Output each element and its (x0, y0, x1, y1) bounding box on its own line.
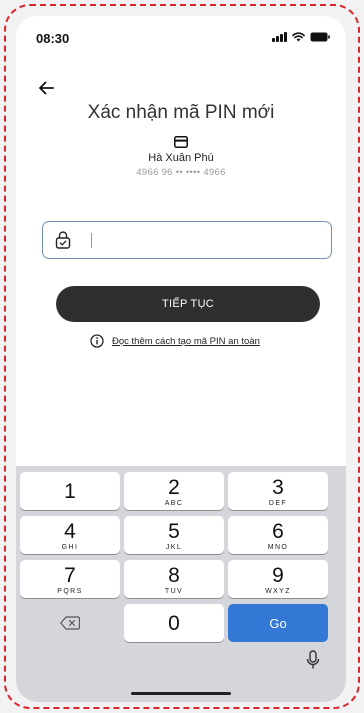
info-icon (90, 334, 104, 348)
key-number: 5 (168, 520, 180, 543)
key-2[interactable]: 2 ABC (124, 472, 224, 510)
key-5[interactable]: 5 JKL (124, 516, 224, 554)
battery-icon (310, 32, 330, 42)
page-title: Xác nhận mã PIN mới (87, 102, 275, 123)
key-letters: WXYZ (265, 588, 291, 595)
key-number: 4 (64, 520, 76, 543)
phone-screen: 08:30 Xác nhận mã PIN mới Hà Xuân Phú 49… (16, 16, 346, 702)
key-letters: JKL (165, 544, 183, 551)
key-number: 6 (272, 520, 284, 543)
go-label: Go (269, 616, 287, 631)
safe-pin-link[interactable]: Đọc thêm cách tạo mã PIN an toàn (112, 336, 260, 347)
key-number: 7 (64, 564, 76, 587)
numeric-keyboard: 1 2 ABC 3 DEF 4 GHI 5 JKL 6 MNO 7 PQRS 8… (16, 466, 346, 702)
status-bar: 08:30 (16, 16, 346, 60)
lock-icon (55, 231, 71, 249)
key-number: 8 (168, 564, 180, 587)
status-time: 08:30 (36, 31, 70, 46)
home-indicator (131, 692, 231, 695)
text-caret (91, 233, 93, 248)
key-0[interactable]: 0 (124, 604, 224, 642)
go-key[interactable]: Go (228, 604, 328, 642)
key-3[interactable]: 3 DEF (228, 472, 328, 510)
mic-icon[interactable] (306, 650, 320, 670)
pin-tip: Đọc thêm cách tạo mã PIN an toàn (90, 334, 260, 348)
continue-button[interactable]: TIẾP TỤC (56, 286, 320, 322)
key-letters: TUV (164, 588, 184, 595)
card-icon (174, 136, 188, 148)
key-letters: MNO (267, 544, 289, 551)
key-number: 9 (272, 564, 284, 587)
key-letters: ABC (164, 500, 184, 507)
key-letters: PQRS (57, 588, 83, 595)
key-number: 0 (168, 612, 180, 635)
key-7[interactable]: 7 PQRS (20, 560, 120, 598)
key-number: 3 (272, 476, 284, 499)
pin-input[interactable] (95, 227, 315, 253)
back-arrow-icon (39, 81, 54, 95)
key-1[interactable]: 1 (20, 472, 120, 510)
back-button[interactable] (34, 76, 58, 100)
key-9[interactable]: 9 WXYZ (228, 560, 328, 598)
backspace-icon (60, 616, 81, 630)
key-8[interactable]: 8 TUV (124, 560, 224, 598)
masked-card-number: 4966 96 •• •••• 4966 (136, 167, 226, 178)
key-4[interactable]: 4 GHI (20, 516, 120, 554)
key-number: 1 (64, 480, 76, 503)
key-letters: GHI (61, 544, 79, 551)
key-number: 2 (168, 476, 180, 499)
wifi-icon (292, 32, 305, 42)
key-6[interactable]: 6 MNO (228, 516, 328, 554)
pin-field[interactable] (42, 221, 332, 259)
backspace-key[interactable] (20, 604, 120, 642)
status-icons (272, 32, 330, 42)
key-letters: DEF (268, 500, 288, 507)
signal-icon (272, 32, 287, 42)
account-holder-name: Hà Xuân Phú (148, 152, 214, 164)
